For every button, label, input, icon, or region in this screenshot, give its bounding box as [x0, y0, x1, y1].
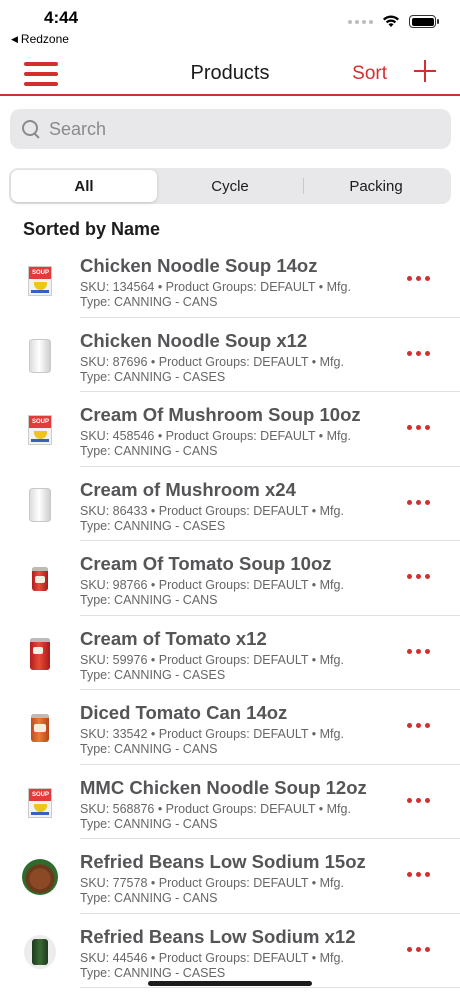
plain-can-image [29, 338, 51, 373]
product-meta: SKU: 33542 • Product Groups: DEFAULT • M… [80, 727, 344, 756]
more-options-icon[interactable] [407, 946, 430, 952]
segmented-control: All Cycle Packing [9, 168, 451, 204]
more-options-icon[interactable] [407, 797, 430, 803]
soup-can-image: SOUP [28, 266, 52, 296]
sort-button[interactable]: Sort [352, 63, 387, 85]
product-row[interactable]: Diced Tomato Can 14oz SKU: 33542 • Produ… [0, 690, 460, 765]
segment-cycle[interactable]: Cycle [157, 170, 303, 202]
more-options-icon[interactable] [407, 648, 430, 654]
more-options-icon[interactable] [407, 723, 430, 728]
beans-can-image [24, 934, 56, 969]
tomato-can-image [30, 637, 50, 670]
product-meta: SKU: 98766 • Product Groups: DEFAULT • M… [80, 578, 344, 607]
product-thumbnail: SOUP [22, 783, 58, 823]
product-meta: SKU: 59976 • Product Groups: DEFAULT • M… [80, 652, 344, 682]
soup-label: SOUP [32, 791, 50, 798]
product-row[interactable]: Refried Beans Low Sodium 15oz SKU: 77578… [0, 839, 460, 914]
search-input[interactable] [49, 118, 429, 140]
product-name: Refried Beans Low Sodium x12 [80, 925, 356, 947]
product-name: Diced Tomato Can 14oz [80, 702, 288, 723]
soup-label: SOUP [32, 419, 50, 425]
segment-all[interactable]: All [11, 170, 157, 202]
product-row[interactable]: Cream of Tomato x12 SKU: 59976 • Product… [0, 616, 460, 691]
section-header: Sorted by Name [23, 219, 161, 239]
product-thumbnail [22, 336, 58, 376]
product-name: Cream of Mushroom x24 [80, 478, 296, 500]
product-row[interactable]: Refried Beans Low Sodium x12 SKU: 44546 … [0, 914, 460, 989]
product-thumbnail [22, 485, 58, 525]
product-row[interactable]: SOUP MMC Chicken Noodle Soup 12oz SKU: 5… [0, 765, 460, 840]
product-thumbnail [22, 634, 58, 674]
product-name: Cream Of Mushroom Soup 10oz [80, 404, 361, 425]
product-meta: SKU: 458546 • Product Groups: DEFAULT • … [80, 429, 351, 458]
product-meta: SKU: 44546 • Product Groups: DEFAULT • M… [80, 950, 344, 980]
product-row[interactable]: SOUP Cream Of Mushroom Soup 10oz SKU: 45… [0, 392, 460, 467]
signal-icon [348, 19, 373, 24]
plain-can-image [29, 487, 51, 522]
product-thumbnail [22, 932, 58, 972]
product-meta: SKU: 134564 • Product Groups: DEFAULT • … [80, 280, 351, 309]
product-name: Cream of Tomato x12 [80, 627, 267, 649]
add-plus-icon[interactable] [414, 60, 436, 82]
tomato-can-image [32, 567, 48, 591]
product-name: Chicken Noodle Soup x12 [80, 329, 308, 351]
more-options-icon[interactable] [407, 499, 430, 505]
product-meta: SKU: 77578 • Product Groups: DEFAULT • M… [80, 876, 344, 905]
status-indicators [348, 15, 439, 28]
product-name: Cream Of Tomato Soup 10oz [80, 553, 332, 574]
product-name: MMC Chicken Noodle Soup 12oz [80, 776, 367, 798]
page-title: Products [190, 62, 270, 84]
status-time: 4:44 [44, 8, 79, 27]
soup-can-image: SOUP [28, 787, 52, 818]
more-options-icon[interactable] [407, 574, 430, 579]
product-thumbnail [22, 559, 58, 599]
product-row[interactable]: SOUP Chicken Noodle Soup 14oz SKU: 13456… [0, 243, 460, 318]
back-to-app-link[interactable]: ◀ Redzone [11, 32, 69, 46]
product-name: Chicken Noodle Soup 14oz [80, 255, 318, 276]
product-thumbnail: SOUP [22, 261, 58, 301]
product-meta: SKU: 86433 • Product Groups: DEFAULT • M… [80, 503, 344, 533]
product-thumbnail: SOUP [22, 410, 58, 450]
back-app-label: Redzone [20, 32, 69, 46]
product-name: Refried Beans Low Sodium 15oz [80, 851, 366, 872]
back-triangle-icon: ◀ [11, 33, 18, 44]
soup-can-image: SOUP [28, 415, 52, 445]
product-list: SOUP Chicken Noodle Soup 14oz SKU: 13456… [0, 243, 460, 988]
more-options-icon[interactable] [407, 425, 430, 430]
diced-tomato-can-image [31, 714, 49, 742]
home-indicator[interactable] [148, 981, 312, 986]
product-row[interactable]: Cream Of Tomato Soup 10oz SKU: 98766 • P… [0, 541, 460, 616]
search-icon [20, 118, 42, 140]
battery-icon [409, 15, 439, 28]
search-bar[interactable] [10, 109, 451, 149]
segment-packing[interactable]: Packing [303, 170, 449, 202]
more-options-icon[interactable] [407, 350, 430, 356]
product-meta: SKU: 568876 • Product Groups: DEFAULT • … [80, 801, 351, 831]
refried-beans-image [22, 859, 58, 895]
nav-bar: Products Sort [0, 52, 460, 96]
product-row[interactable]: Cream of Mushroom x24 SKU: 86433 • Produ… [0, 467, 460, 542]
product-thumbnail [22, 857, 58, 897]
soup-label: SOUP [32, 270, 50, 276]
wifi-icon [383, 15, 399, 27]
status-bar: 4:44 ◀ Redzone [0, 0, 460, 52]
product-thumbnail [22, 708, 58, 748]
more-options-icon[interactable] [407, 872, 430, 877]
product-meta: SKU: 87696 • Product Groups: DEFAULT • M… [80, 354, 344, 384]
more-options-icon[interactable] [407, 276, 430, 281]
product-row[interactable]: Chicken Noodle Soup x12 SKU: 87696 • Pro… [0, 318, 460, 393]
